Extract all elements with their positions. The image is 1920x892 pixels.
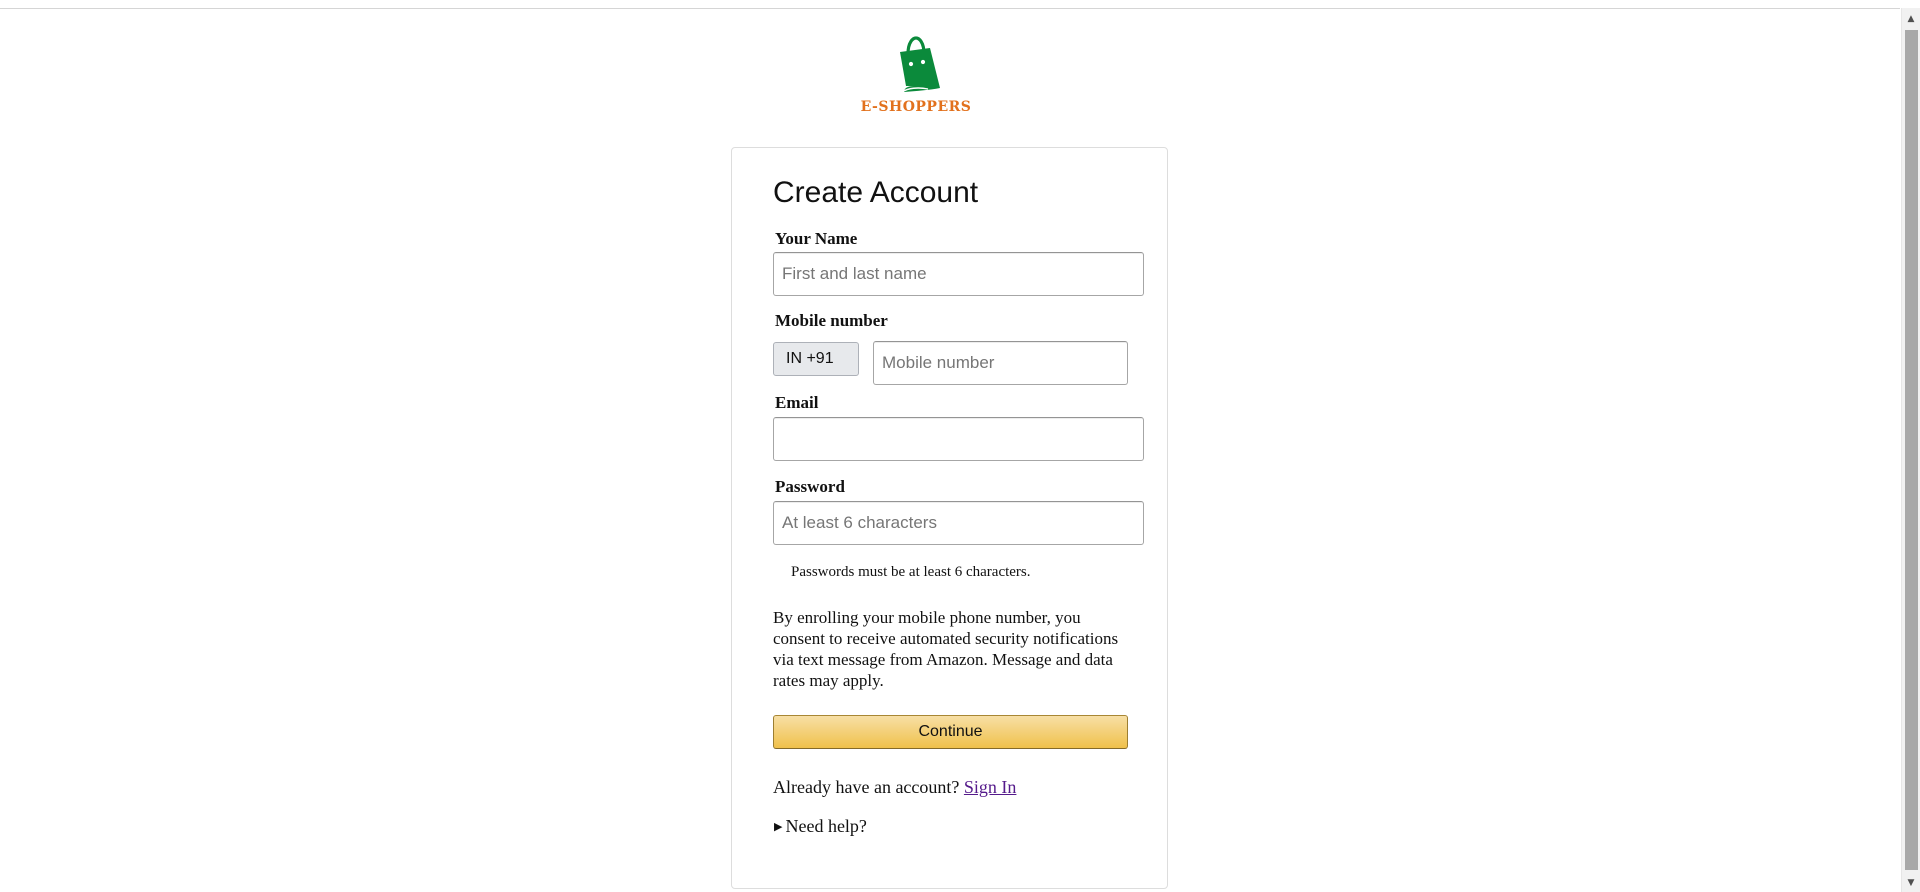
consent-text: By enrolling your mobile phone number, y… xyxy=(773,608,1119,690)
password-input[interactable] xyxy=(773,501,1144,545)
brand-name: E-SHOPPERS xyxy=(860,99,972,115)
signin-row: Already have an account? Sign In xyxy=(773,777,1016,798)
password-label: Password xyxy=(775,477,845,496)
country-code-select[interactable]: IN +91 xyxy=(773,342,859,376)
name-input[interactable] xyxy=(773,252,1144,296)
email-input[interactable] xyxy=(773,417,1144,461)
need-help-toggle[interactable]: ▶ Need help? xyxy=(773,816,867,837)
caret-right-icon: ▶ xyxy=(774,820,783,833)
need-help-label: Need help? xyxy=(785,816,867,836)
page-title: Create Account xyxy=(773,176,979,209)
continue-button[interactable]: Continue xyxy=(773,715,1128,749)
mobile-input[interactable] xyxy=(873,341,1128,385)
name-label: Your Name xyxy=(775,229,858,248)
email-label: Email xyxy=(775,393,819,412)
signin-link[interactable]: Sign In xyxy=(964,777,1017,797)
shopping-bag-icon xyxy=(900,36,940,93)
signin-prompt: Already have an account? xyxy=(773,777,960,797)
page-scrollbar[interactable]: ▲ ▼ xyxy=(1901,8,1920,892)
top-border xyxy=(0,8,1900,9)
mobile-label: Mobile number xyxy=(775,311,888,330)
password-hint: Passwords must be at least 6 characters. xyxy=(791,564,1031,580)
brand-logo[interactable]: E-SHOPPERS xyxy=(860,36,972,115)
scroll-down-arrow-icon[interactable]: ▼ xyxy=(1902,874,1920,892)
scroll-thumb[interactable] xyxy=(1905,30,1918,870)
scroll-up-arrow-icon[interactable]: ▲ xyxy=(1902,10,1920,28)
